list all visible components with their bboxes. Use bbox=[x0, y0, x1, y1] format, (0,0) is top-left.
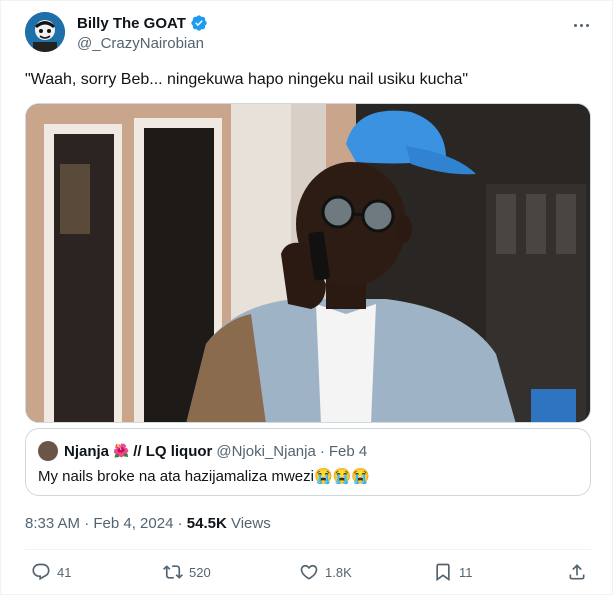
like-button[interactable]: 1.8K bbox=[299, 562, 352, 582]
quoted-tweet-header: Njanja 🌺 // LQ liquor @Njoki_Njanja · Fe… bbox=[38, 441, 367, 461]
author-display-name[interactable]: Billy The GOAT bbox=[77, 15, 186, 32]
heart-icon bbox=[300, 564, 318, 580]
tweet-photo[interactable] bbox=[25, 103, 591, 423]
reply-button[interactable]: 41 bbox=[31, 562, 71, 582]
tweet-meta: 8:33 AM · Feb 4, 2024 · 54.5K Views bbox=[25, 515, 271, 532]
tweet-card: Billy The GOAT @_CrazyNairobian "Waah, s… bbox=[0, 0, 613, 595]
bookmark-button[interactable]: 11 bbox=[433, 562, 473, 582]
share-icon bbox=[569, 564, 585, 580]
author-handle[interactable]: @_CrazyNairobian bbox=[77, 35, 204, 52]
more-dot-icon bbox=[579, 23, 583, 27]
share-button[interactable] bbox=[567, 562, 587, 582]
repost-icon bbox=[163, 565, 183, 579]
repost-button[interactable]: 520 bbox=[163, 562, 211, 582]
photo-illustration bbox=[26, 104, 590, 422]
actions-divider bbox=[25, 549, 591, 550]
author-name-row: Billy The GOAT bbox=[77, 14, 208, 32]
quoted-tweet[interactable]: Njanja 🌺 // LQ liquor @Njoki_Njanja · Fe… bbox=[25, 428, 591, 496]
quoted-author-handle: @Njoki_Njanja bbox=[216, 442, 316, 460]
tweet-timestamp[interactable]: 8:33 AM · Feb 4, 2024 · bbox=[25, 515, 187, 532]
views-count: 54.5K bbox=[186, 515, 227, 532]
author-avatar[interactable] bbox=[25, 12, 65, 52]
bookmark-count: 11 bbox=[459, 564, 473, 580]
repost-count: 520 bbox=[189, 564, 211, 580]
quoted-separator: · bbox=[319, 442, 325, 460]
views-label: Views bbox=[226, 515, 271, 532]
quoted-author-avatar bbox=[38, 441, 58, 461]
reply-icon bbox=[32, 563, 50, 581]
verified-badge-icon bbox=[190, 14, 208, 32]
tweet-text: "Waah, sorry Beb... ningekuwa hapo ninge… bbox=[25, 71, 469, 88]
quoted-author-name: Njanja bbox=[64, 442, 110, 460]
more-options-button[interactable] bbox=[567, 15, 595, 35]
reply-count: 41 bbox=[57, 564, 72, 580]
more-dot-icon bbox=[573, 23, 577, 27]
quoted-author-name-suffix: // LQ liquor bbox=[133, 442, 213, 460]
action-bar: 41 520 1.8K 11 bbox=[25, 562, 591, 586]
like-count: 1.8K bbox=[325, 564, 352, 580]
bookmark-icon bbox=[436, 563, 450, 582]
quoted-author-flower: 🌺 bbox=[113, 443, 130, 458]
quoted-tweet-text: My nails broke na ata hazijamaliza mwezi… bbox=[38, 468, 370, 485]
quoted-date: Feb 4 bbox=[328, 442, 368, 460]
more-dot-icon bbox=[585, 23, 589, 27]
